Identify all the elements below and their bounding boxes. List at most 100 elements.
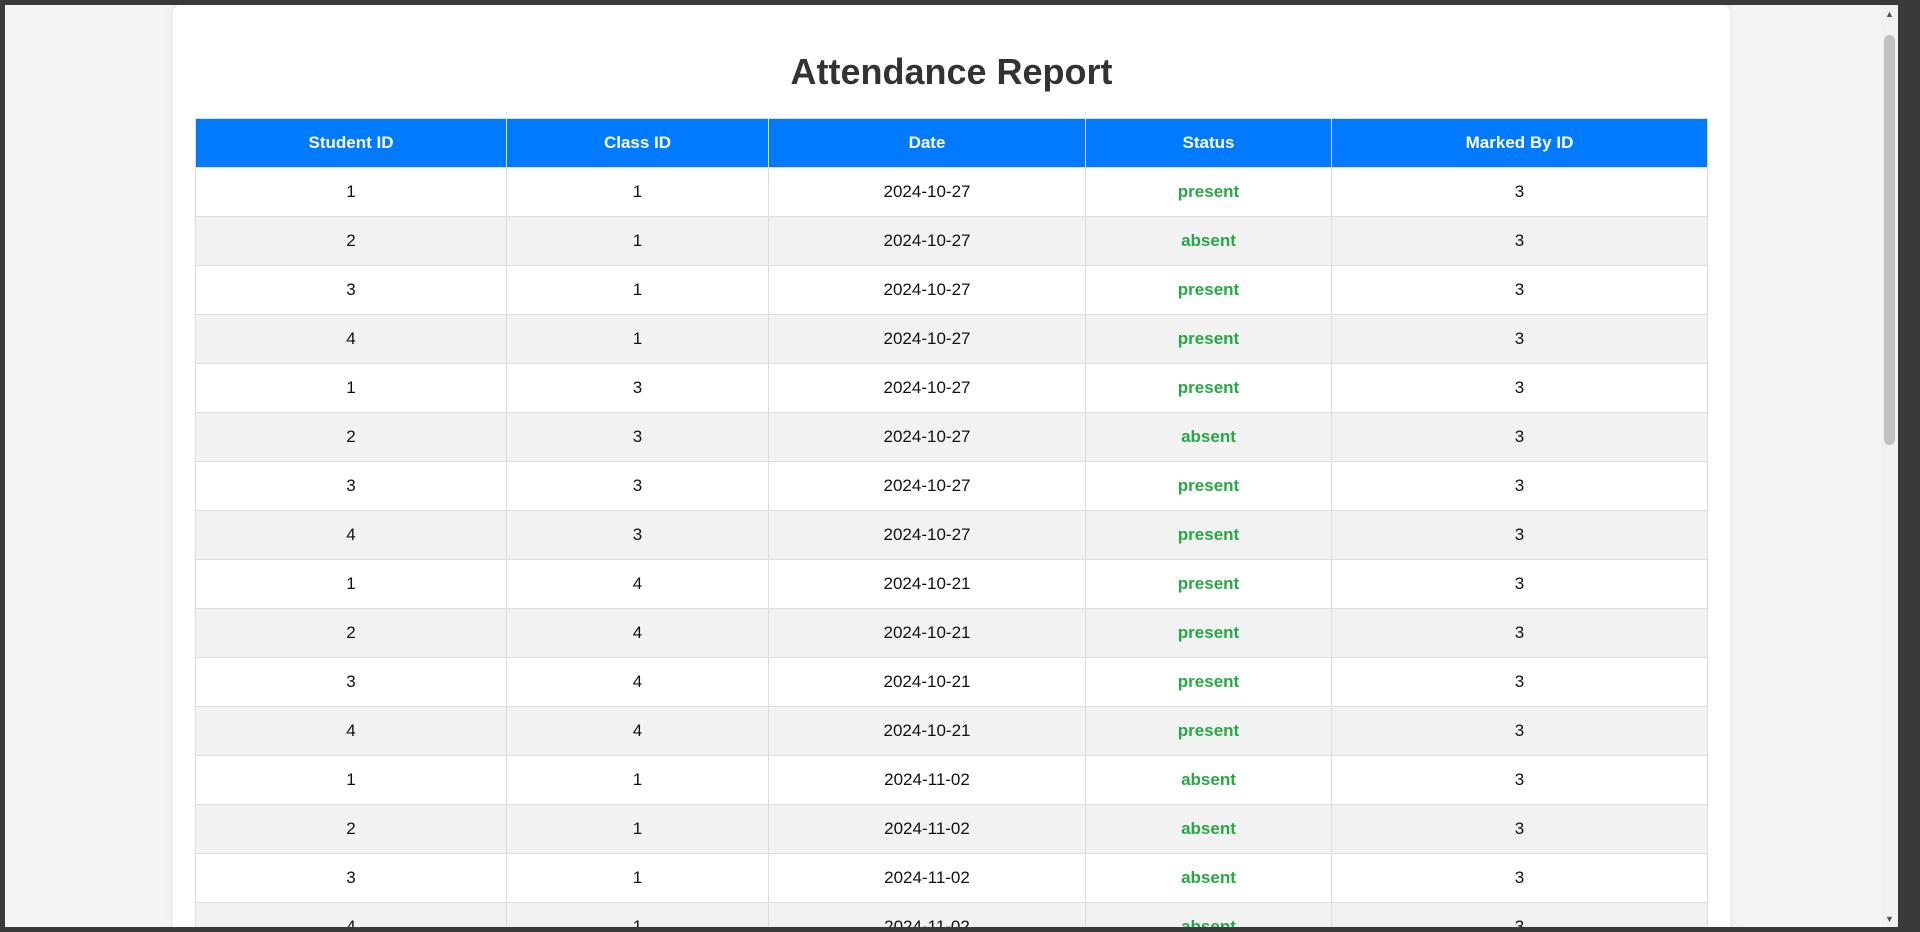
attendance-table: Student ID Class ID Date Status Marked B…: [195, 118, 1708, 927]
table-row: 2 1 2024-10-27 absent 3: [195, 216, 1708, 266]
cell-date: 2024-10-21: [768, 706, 1086, 756]
table-row: 4 4 2024-10-21 present 3: [195, 706, 1708, 756]
vertical-scrollbar[interactable]: ▲ ▼: [1881, 5, 1898, 927]
cell-status: present: [1085, 265, 1332, 315]
cell-class-id: 3: [506, 412, 769, 462]
cell-date: 2024-10-21: [768, 608, 1086, 658]
cell-status: present: [1085, 167, 1332, 217]
cell-class-id: 1: [506, 853, 769, 903]
table-body: 1 1 2024-10-27 present 3 2 1 2024-10-27 absent 3 3…: [195, 167, 1708, 927]
cell-student-id: 1: [195, 167, 507, 217]
cell-marked-by-id: 3: [1331, 559, 1708, 609]
table-header-row: Student ID Class ID Date Status Marked B…: [195, 118, 1708, 168]
cell-date: 2024-10-27: [768, 363, 1086, 413]
cell-marked-by-id: 3: [1331, 265, 1708, 315]
cell-student-id: 4: [195, 706, 507, 756]
table-row: 2 1 2024-11-02 absent 3: [195, 804, 1708, 854]
cell-status: present: [1085, 510, 1332, 560]
header-marked-by-id: Marked By ID: [1331, 118, 1708, 168]
cell-status: absent: [1085, 804, 1332, 854]
cell-student-id: 2: [195, 412, 507, 462]
scrollbar-thumb[interactable]: [1884, 35, 1895, 445]
cell-date: 2024-10-27: [768, 412, 1086, 462]
table-row: 2 4 2024-10-21 present 3: [195, 608, 1708, 658]
table-row: 1 1 2024-10-27 present 3: [195, 167, 1708, 217]
cell-status: present: [1085, 314, 1332, 364]
cell-date: 2024-11-02: [768, 804, 1086, 854]
table-row: 3 1 2024-11-02 absent 3: [195, 853, 1708, 903]
cell-student-id: 2: [195, 804, 507, 854]
cell-class-id: 4: [506, 706, 769, 756]
table-row: 2 3 2024-10-27 absent 3: [195, 412, 1708, 462]
cell-marked-by-id: 3: [1331, 755, 1708, 805]
table-row: 1 4 2024-10-21 present 3: [195, 559, 1708, 609]
cell-student-id: 1: [195, 559, 507, 609]
cell-marked-by-id: 3: [1331, 804, 1708, 854]
cell-date: 2024-11-02: [768, 755, 1086, 805]
table-row: 3 4 2024-10-21 present 3: [195, 657, 1708, 707]
cell-marked-by-id: 3: [1331, 461, 1708, 511]
cell-status: absent: [1085, 216, 1332, 266]
cell-student-id: 1: [195, 363, 507, 413]
scroll-up-icon[interactable]: ▲: [1881, 5, 1898, 22]
cell-date: 2024-11-02: [768, 853, 1086, 903]
header-status: Status: [1085, 118, 1332, 168]
cell-class-id: 4: [506, 559, 769, 609]
cell-class-id: 4: [506, 657, 769, 707]
cell-student-id: 4: [195, 314, 507, 364]
cell-student-id: 3: [195, 657, 507, 707]
cell-class-id: 1: [506, 167, 769, 217]
cell-class-id: 1: [506, 902, 769, 927]
table-row: 4 3 2024-10-27 present 3: [195, 510, 1708, 560]
cell-class-id: 1: [506, 314, 769, 364]
cell-student-id: 2: [195, 608, 507, 658]
cell-student-id: 2: [195, 216, 507, 266]
table-row: 4 1 2024-11-02 absent 3: [195, 902, 1708, 927]
report-card: Attendance Report Student ID Class ID Da…: [173, 5, 1730, 927]
cell-status: present: [1085, 657, 1332, 707]
cell-status: present: [1085, 461, 1332, 511]
cell-marked-by-id: 3: [1331, 363, 1708, 413]
cell-student-id: 3: [195, 461, 507, 511]
cell-status: present: [1085, 559, 1332, 609]
cell-date: 2024-10-21: [768, 559, 1086, 609]
table-row: 1 3 2024-10-27 present 3: [195, 363, 1708, 413]
header-student-id: Student ID: [195, 118, 507, 168]
cell-class-id: 1: [506, 265, 769, 315]
header-date: Date: [768, 118, 1086, 168]
cell-class-id: 1: [506, 804, 769, 854]
table-row: 3 3 2024-10-27 present 3: [195, 461, 1708, 511]
cell-status: absent: [1085, 412, 1332, 462]
cell-marked-by-id: 3: [1331, 510, 1708, 560]
cell-status: present: [1085, 363, 1332, 413]
scroll-down-icon[interactable]: ▼: [1881, 910, 1898, 927]
cell-student-id: 4: [195, 510, 507, 560]
cell-date: 2024-10-27: [768, 167, 1086, 217]
cell-class-id: 3: [506, 461, 769, 511]
cell-date: 2024-10-27: [768, 265, 1086, 315]
cell-marked-by-id: 3: [1331, 902, 1708, 927]
cell-status: absent: [1085, 902, 1332, 927]
cell-class-id: 3: [506, 510, 769, 560]
cell-date: 2024-10-27: [768, 461, 1086, 511]
cell-marked-by-id: 3: [1331, 314, 1708, 364]
cell-date: 2024-10-27: [768, 314, 1086, 364]
cell-marked-by-id: 3: [1331, 657, 1708, 707]
cell-class-id: 3: [506, 363, 769, 413]
cell-class-id: 4: [506, 608, 769, 658]
table-row: 4 1 2024-10-27 present 3: [195, 314, 1708, 364]
page-title: Attendance Report: [790, 51, 1113, 92]
browser-viewport: Attendance Report Student ID Class ID Da…: [5, 5, 1898, 927]
cell-status: absent: [1085, 755, 1332, 805]
cell-status: present: [1085, 608, 1332, 658]
cell-marked-by-id: 3: [1331, 706, 1708, 756]
cell-date: 2024-10-27: [768, 216, 1086, 266]
cell-marked-by-id: 3: [1331, 608, 1708, 658]
cell-marked-by-id: 3: [1331, 167, 1708, 217]
cell-student-id: 3: [195, 853, 507, 903]
cell-student-id: 4: [195, 902, 507, 927]
cell-marked-by-id: 3: [1331, 216, 1708, 266]
cell-status: absent: [1085, 853, 1332, 903]
header-class-id: Class ID: [506, 118, 769, 168]
cell-class-id: 1: [506, 216, 769, 266]
